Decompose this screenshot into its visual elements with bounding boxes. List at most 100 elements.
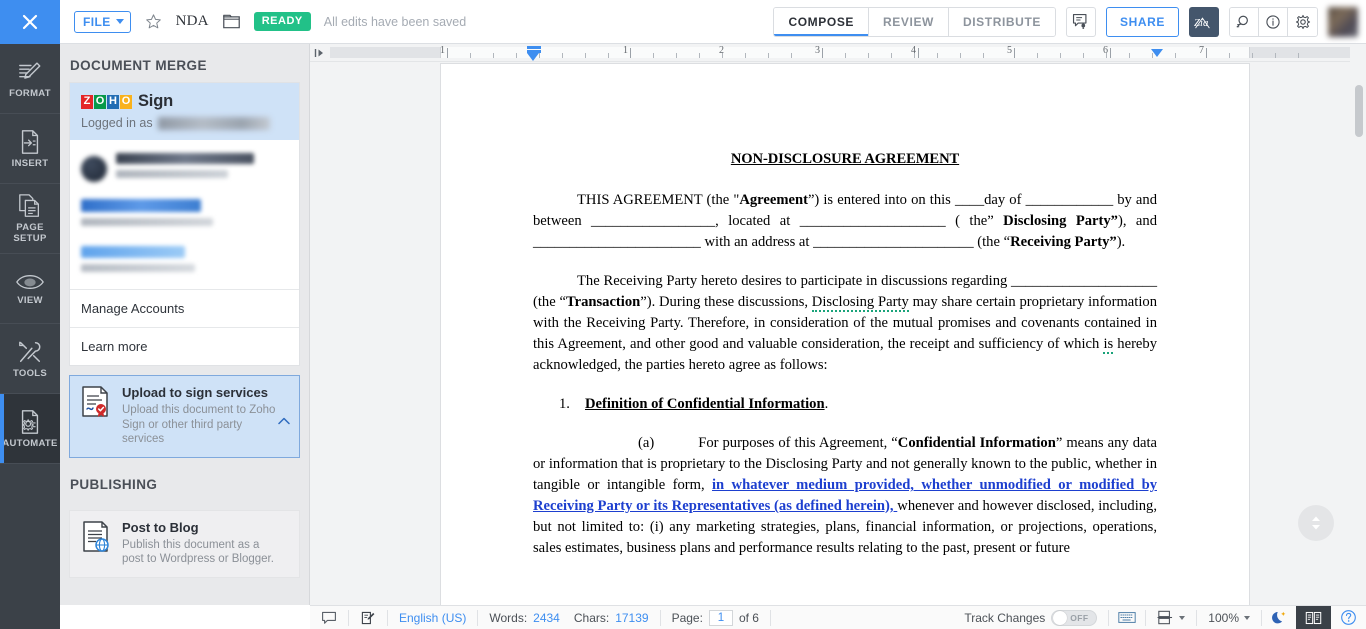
search-icon (1236, 15, 1248, 27)
chevron-down-icon (1244, 615, 1250, 620)
blog-document-icon (80, 520, 112, 567)
comments-button[interactable] (310, 606, 348, 629)
chars-value: 17139 (615, 610, 649, 625)
close-button[interactable] (0, 0, 60, 44)
keyboard-shortcuts-button[interactable] (1109, 606, 1145, 629)
service-logo-icon (81, 155, 107, 182)
document-merge-heading: DOCUMENT MERGE (70, 58, 207, 73)
manage-accounts-link[interactable]: Manage Accounts (70, 289, 299, 327)
chevron-up-icon[interactable] (278, 412, 290, 430)
edit-notes-button[interactable] (349, 606, 387, 629)
search-button[interactable] (1230, 7, 1259, 36)
service-sub-redacted (81, 218, 214, 226)
move-to-folder-button[interactable] (222, 13, 241, 30)
word-count: Words: 2434 Chars: 17139 (478, 606, 659, 629)
help-button[interactable] (1331, 606, 1366, 629)
sidebar-item-insert[interactable]: INSERT (0, 114, 60, 184)
spellcheck-underline-text: is (1103, 336, 1114, 354)
page-navigator: Page: 1 of 6 (661, 606, 770, 629)
zoho-sign-brand: Z O H O Sign (81, 92, 288, 111)
sidebar-item-format[interactable]: FORMAT (0, 44, 60, 114)
reading-mode-button[interactable] (1296, 605, 1331, 629)
upload-card-text: Upload to sign services Upload this docu… (122, 385, 289, 447)
paragraph-2: The Receiving Party hereto desires to pa… (533, 271, 1157, 376)
mode-tabs: COMPOSE REVIEW DISTRIBUTE (773, 6, 1056, 37)
help-icon (1341, 610, 1356, 625)
page-layout-selector[interactable] (1146, 606, 1196, 629)
document-title[interactable]: NDA (176, 13, 209, 30)
document-page[interactable]: NON-DISCLOSURE AGREEMENT THIS AGREEMENT … (440, 63, 1250, 605)
list-item[interactable] (70, 241, 299, 287)
upload-to-sign-services-card[interactable]: Upload to sign services Upload this docu… (69, 375, 300, 458)
zoho-letter-z: Z (81, 94, 93, 109)
scroll-navigation-button[interactable] (1298, 505, 1334, 541)
zoho-letter-o2: O (120, 94, 132, 109)
zoom-control[interactable]: 100% (1197, 611, 1261, 625)
sidebar-item-label: AUTOMATE (2, 437, 58, 449)
save-status-text: All edits have been saved (323, 14, 467, 29)
learn-more-link[interactable]: Learn more (70, 327, 299, 365)
list-item[interactable] (70, 146, 299, 194)
zoho-logo-icon: Z O H O (81, 94, 132, 109)
page-number-input[interactable]: 1 (708, 609, 733, 626)
list-item[interactable] (70, 194, 299, 241)
page-setup-line2: SETUP (13, 233, 47, 244)
sidebar-item-view[interactable]: VIEW (0, 254, 60, 324)
settings-button[interactable] (1288, 7, 1317, 36)
sidebar-item-page-setup[interactable]: PAGE SETUP (0, 184, 60, 254)
term-transaction: Transaction (565, 294, 641, 310)
zoho-letter-o1: O (94, 94, 106, 109)
zoho-writer-window: FILE NDA READY All edits have been saved… (0, 0, 1366, 629)
tab-compose[interactable]: COMPOSE (774, 7, 870, 36)
horizontal-ruler[interactable]: 1 1 2 3 4 5 6 7 (310, 44, 1350, 62)
file-menu-button[interactable]: FILE (74, 10, 131, 33)
subclause-label: (a) (638, 435, 655, 451)
toggle-state-label: OFF (1070, 612, 1089, 623)
ruler-number: 2 (719, 45, 724, 56)
zoho-sign-account-selected[interactable]: Z O H O Sign Logged in as (70, 83, 299, 140)
zia-assistant-button[interactable]: Zia (1189, 6, 1219, 37)
notifications-button[interactable] (1065, 6, 1096, 37)
signed-document-icon (80, 385, 112, 447)
ruler-number: 6 (1103, 45, 1108, 56)
upload-card-title: Upload to sign services (122, 385, 268, 400)
edit-note-icon (361, 611, 375, 624)
scrollbar-thumb[interactable] (1355, 85, 1363, 137)
share-button[interactable]: SHARE (1105, 6, 1179, 37)
ruler-number: 5 (1007, 45, 1012, 56)
sidebar-item-tools[interactable]: TOOLS (0, 324, 60, 394)
sidebar-item-automate[interactable]: AUTOMATE (0, 394, 60, 464)
track-changes-label: Track Changes (964, 610, 1046, 625)
sidebar-item-label: PAGE SETUP (13, 222, 46, 244)
paragraph-3: (a) For purposes of this Agreement, “Conf… (533, 433, 1157, 559)
post-to-blog-card[interactable]: Post to Blog Publish this document as a … (69, 509, 300, 578)
zia-icon: Zia (1194, 16, 1210, 28)
p2-part-c: ”). During these discussions, (640, 294, 812, 310)
toggle-knob (1053, 610, 1068, 625)
tab-review[interactable]: REVIEW (869, 7, 949, 36)
favorite-star-button[interactable] (145, 13, 162, 30)
p1-part-a: THIS AGREEMENT (the " (577, 192, 740, 208)
right-indent-marker[interactable] (1151, 49, 1163, 57)
top-toolbar-right: COMPOSE REVIEW DISTRIBUTE SHARE Zia (773, 6, 1366, 37)
tab-distribute[interactable]: DISTRIBUTE (948, 7, 1055, 36)
logged-in-row: Logged in as (81, 116, 288, 130)
sidebar-item-label: VIEW (17, 294, 43, 306)
blog-card-title: Post to Blog (122, 519, 199, 535)
info-button[interactable] (1259, 7, 1288, 36)
dark-mode-button[interactable] (1262, 606, 1296, 629)
p1-part-g: ). (1116, 234, 1126, 250)
language-selector[interactable]: English (US) (388, 606, 477, 629)
section-heading-definition: Definition of Confidential Information (585, 396, 825, 412)
moon-icon (1272, 611, 1286, 623)
page-total: of 6 (738, 610, 759, 625)
avatar[interactable] (1328, 6, 1358, 37)
logged-in-label: Logged in as (81, 116, 153, 130)
format-brush-icon (19, 61, 41, 79)
vertical-scrollbar[interactable] (1352, 63, 1366, 605)
left-indent-marker[interactable] (527, 53, 539, 61)
document-content[interactable]: NON-DISCLOSURE AGREEMENT THIS AGREEMENT … (441, 64, 1249, 559)
track-changes-toggle[interactable]: OFF (1051, 609, 1098, 626)
track-changes-control[interactable]: Track Changes OFF (953, 606, 1108, 629)
term-receiving-party: Receiving Party” (1010, 234, 1117, 250)
